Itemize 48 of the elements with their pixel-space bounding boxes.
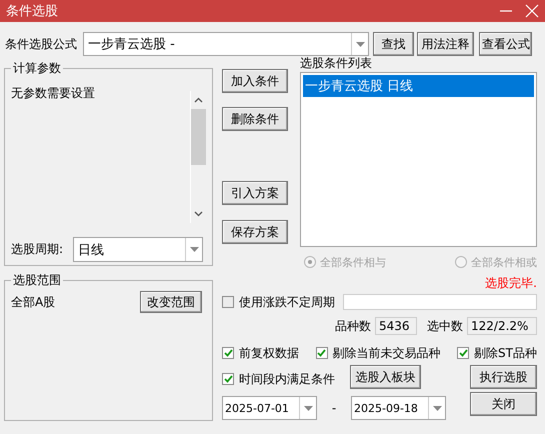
- scope-value: 全部A股: [11, 294, 56, 310]
- end-date-picker[interactable]: 2025-09-18: [351, 396, 446, 420]
- checkbox-option[interactable]: 使用涨跌不定周期: [222, 294, 335, 310]
- checkmark-icon: [458, 349, 468, 357]
- scrollbar-thumb[interactable]: [191, 109, 206, 165]
- checkmark-icon: [224, 349, 232, 357]
- dropdown-arrow-icon: [304, 406, 312, 410]
- checkbox-option[interactable]: 剔除当前未交易品种: [316, 344, 441, 362]
- add-to-board-button[interactable]: 选股入板块: [350, 365, 421, 389]
- toolbar-button[interactable]: 用法注释: [417, 32, 474, 56]
- up-chevron-icon[interactable]: [194, 97, 203, 103]
- checkmark-icon: [224, 375, 232, 383]
- toolbar-button[interactable]: 查找: [373, 32, 414, 56]
- action-button[interactable]: 加入条件: [222, 69, 288, 93]
- stat-label: 选中数: [427, 318, 463, 334]
- window-title: 条件选股: [6, 3, 59, 20]
- dropdown-arrow-icon: [190, 247, 198, 252]
- action-button[interactable]: 引入方案: [222, 181, 288, 205]
- checkbox-option[interactable]: 剔除ST品种: [457, 344, 537, 362]
- panel-title: 选股范围: [12, 272, 62, 289]
- panel-title: 计算参数: [12, 60, 62, 77]
- date-separator: -: [330, 401, 338, 415]
- period-label: 选股周期:: [11, 241, 64, 258]
- stat-value: 122/2.2%: [467, 317, 537, 335]
- close-icon[interactable]: [525, 4, 539, 18]
- checkbox-option[interactable]: 前复权数据: [222, 344, 299, 362]
- action-button[interactable]: 保存方案: [222, 220, 288, 244]
- dropdown-arrow-icon: [432, 406, 442, 410]
- close-button[interactable]: 关闭: [470, 392, 537, 416]
- down-chevron-icon[interactable]: [194, 211, 203, 217]
- period-dropdown[interactable]: 日线: [73, 237, 203, 262]
- change-scope-button[interactable]: 改变范围: [140, 291, 202, 313]
- period-input-field[interactable]: [343, 294, 537, 310]
- checkmark-icon: [317, 349, 326, 357]
- parameters-message: 无参数需要设置: [11, 85, 96, 102]
- stat-label: 品种数: [335, 318, 371, 334]
- list-title: 选股条件列表: [300, 56, 373, 70]
- run-selection-button[interactable]: 执行选股: [470, 365, 537, 389]
- list-item[interactable]: 一步青云选股 日线: [303, 75, 534, 97]
- status-message: 选股完毕.: [484, 275, 537, 291]
- start-date-picker[interactable]: 2025-07-01: [222, 396, 317, 420]
- stat-value: 5436: [375, 317, 417, 335]
- formula-label: 条件选股公式: [5, 36, 78, 52]
- formula-dropdown[interactable]: 一步青云选股 -: [83, 32, 369, 56]
- dropdown-arrow-icon: [356, 42, 364, 46]
- action-button[interactable]: 删除条件: [222, 107, 288, 131]
- toolbar-button[interactable]: 查看公式: [479, 32, 532, 56]
- scrollbar[interactable]: [190, 91, 206, 223]
